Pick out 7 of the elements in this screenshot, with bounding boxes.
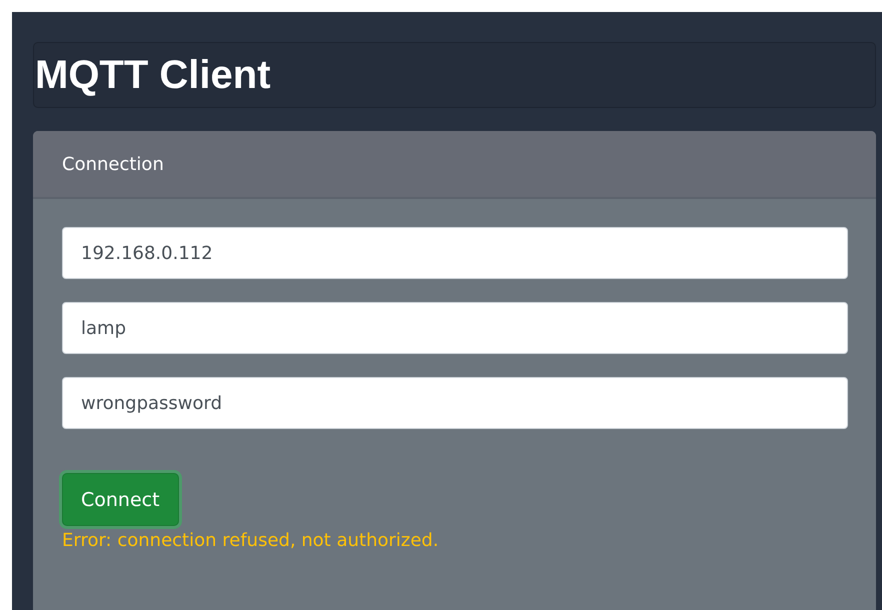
connect-button[interactable]: Connect (62, 473, 179, 526)
page-title: MQTT Client (35, 52, 271, 98)
input-field[interactable]: lamp (62, 302, 848, 354)
input-field[interactable]: wrongpassword (62, 377, 848, 429)
input-field[interactable]: 192.168.0.112 (62, 227, 848, 279)
error-message: Error: connection refused, not authorized. (62, 530, 440, 551)
card-title: Connection (62, 154, 164, 174)
